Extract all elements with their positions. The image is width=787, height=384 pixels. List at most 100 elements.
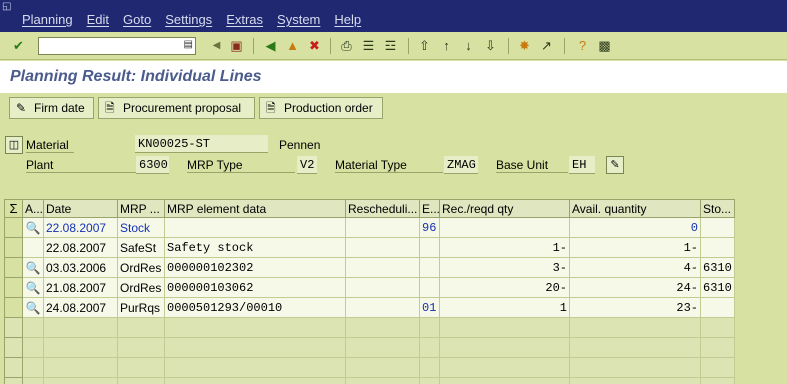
procurement-proposal-button[interactable]: 🗎 Procurement proposal — [98, 97, 255, 119]
mrp-data-cell — [164, 217, 346, 238]
magnifier-icon[interactable]: 🔍 — [25, 220, 41, 236]
separator — [253, 38, 254, 54]
layout-icon[interactable]: ▩ — [596, 37, 613, 54]
column-header[interactable]: MRP ... — [117, 199, 165, 218]
menu-bar: ◱ Planning Edit Goto Settings Extras Sys… — [0, 0, 787, 32]
help-icon[interactable]: ? — [574, 37, 591, 54]
separator — [408, 38, 409, 54]
prev-page-icon[interactable]: ↑ — [438, 37, 455, 54]
column-header[interactable]: Date — [43, 199, 118, 218]
column-header[interactable]: Rec./reqd qty — [439, 199, 570, 218]
totals-icon[interactable]: Σ — [4, 199, 23, 218]
first-page-icon[interactable]: ⇧ — [416, 37, 433, 54]
avail-cell: 0 — [569, 217, 701, 238]
table-row[interactable]: 🔍 22.08.2007 Stock 96 0 — [4, 217, 735, 238]
mrp-data-cell: 000000103062 — [164, 277, 346, 298]
window-menu-icon[interactable]: ◱ — [2, 1, 16, 12]
column-header[interactable]: Rescheduli... — [345, 199, 420, 218]
separator — [564, 38, 565, 54]
table-row[interactable]: 🔍 21.08.2007 OrdRes 000000103062 20- 24-… — [4, 277, 735, 298]
menu-settings[interactable]: Settings — [165, 12, 212, 27]
cancel-icon[interactable]: ✖ — [306, 37, 323, 54]
firm-date-button[interactable]: ✎ Firm date — [9, 97, 94, 119]
production-order-button[interactable]: 🗎 Production order — [259, 97, 383, 119]
material-type-field[interactable]: ZMAG — [444, 156, 478, 174]
print-icon[interactable]: ⎙ — [338, 37, 355, 54]
exception-cell: 01 — [419, 297, 440, 318]
table-row[interactable]: 🔍 24.08.2007 PurRqs 0000501293/00010 01 … — [4, 297, 735, 318]
next-page-icon[interactable]: ↓ — [460, 37, 477, 54]
date-cell: 03.03.2006 — [43, 257, 118, 278]
date-cell: 22.08.2007 — [43, 217, 118, 238]
menu-system[interactable]: System — [277, 12, 320, 27]
storage-cell: 6310 — [700, 257, 735, 278]
find-icon[interactable]: ☰ — [360, 37, 377, 54]
mrp-element-cell: Stock — [117, 217, 165, 238]
date-cell: 24.08.2007 — [43, 297, 118, 318]
exception-cell — [419, 277, 440, 298]
column-header[interactable]: A... — [22, 199, 44, 218]
column-header[interactable]: MRP element data — [164, 199, 346, 218]
save-icon[interactable]: ▣ — [228, 37, 245, 54]
command-input[interactable] — [39, 38, 195, 54]
storage-cell — [700, 217, 735, 238]
menu-planning[interactable]: Planning — [22, 12, 73, 27]
command-history-icon[interactable]: ▤ — [184, 39, 193, 50]
row-selector[interactable] — [4, 237, 23, 258]
details-icon[interactable]: 🔍 — [22, 277, 44, 298]
reschedule-cell — [345, 297, 420, 318]
separator — [330, 38, 331, 54]
date-cell: 22.08.2007 — [43, 237, 118, 258]
edit-icon[interactable]: ✎ — [606, 156, 624, 174]
plant-field[interactable]: 6300 — [136, 156, 169, 174]
avail-cell: 24- — [569, 277, 701, 298]
application-toolbar: ✎ Firm date 🗎 Procurement proposal 🗎 Pro… — [0, 93, 787, 123]
date-cell: 21.08.2007 — [43, 277, 118, 298]
menu-goto[interactable]: Goto — [123, 12, 151, 27]
menu-help[interactable]: Help — [334, 12, 361, 27]
collapse-icon[interactable]: ◀ — [208, 37, 225, 54]
page-title: Planning Result: Individual Lines — [10, 68, 262, 85]
planning-grid: Σ A... Date MRP ... MRP element data Res… — [4, 199, 735, 384]
title-bar: Planning Result: Individual Lines — [0, 61, 787, 93]
magnifier-icon[interactable]: 🔍 — [25, 280, 41, 296]
storage-cell — [700, 237, 735, 258]
material-toggle-icon[interactable]: ◫ — [5, 136, 23, 154]
reschedule-cell — [345, 237, 420, 258]
mrp-element-cell: PurRqs — [117, 297, 165, 318]
row-selector[interactable] — [4, 297, 23, 318]
row-selector[interactable] — [4, 277, 23, 298]
shortcut-icon[interactable]: ↗ — [538, 37, 555, 54]
column-header[interactable]: Avail. quantity — [569, 199, 701, 218]
command-field[interactable]: ▤ — [38, 37, 196, 55]
mrp-type-field[interactable]: V2 — [297, 156, 317, 174]
details-icon[interactable]: 🔍 — [22, 217, 44, 238]
empty-row — [4, 337, 735, 358]
back-icon[interactable]: ◀ — [262, 37, 279, 54]
menu-extras[interactable]: Extras — [226, 12, 263, 27]
find-next-icon[interactable]: ☲ — [382, 37, 399, 54]
column-header[interactable]: Sto... — [700, 199, 735, 218]
material-field[interactable]: KN00025-ST — [135, 135, 268, 153]
menu-edit[interactable]: Edit — [87, 12, 109, 27]
mrp-element-cell: OrdRes — [117, 277, 165, 298]
magnifier-icon[interactable]: 🔍 — [25, 260, 41, 276]
base-unit-field[interactable]: EH — [569, 156, 595, 174]
column-header[interactable]: E... — [419, 199, 440, 218]
row-selector[interactable] — [4, 257, 23, 278]
row-selector[interactable] — [4, 217, 23, 238]
base-unit-label: Base Unit — [496, 158, 568, 173]
exit-icon[interactable]: ▲ — [284, 37, 301, 54]
enter-icon[interactable]: ✔ — [10, 37, 27, 54]
last-page-icon[interactable]: ⇩ — [482, 37, 499, 54]
document-icon: 🗎 — [105, 101, 115, 115]
exception-cell — [419, 257, 440, 278]
table-row[interactable]: 🔍 03.03.2006 OrdRes 000000102302 3- 4- 6… — [4, 257, 735, 278]
table-header: Σ A... Date MRP ... MRP element data Res… — [4, 199, 735, 218]
details-icon[interactable]: 🔍 — [22, 297, 44, 318]
table-row[interactable]: 22.08.2007 SafeSt Safety stock 1- 1- — [4, 237, 735, 258]
qty-cell: 1- — [439, 237, 570, 258]
new-session-icon[interactable]: ✸ — [516, 37, 533, 54]
details-icon[interactable]: 🔍 — [22, 257, 44, 278]
magnifier-icon[interactable]: 🔍 — [25, 300, 41, 316]
